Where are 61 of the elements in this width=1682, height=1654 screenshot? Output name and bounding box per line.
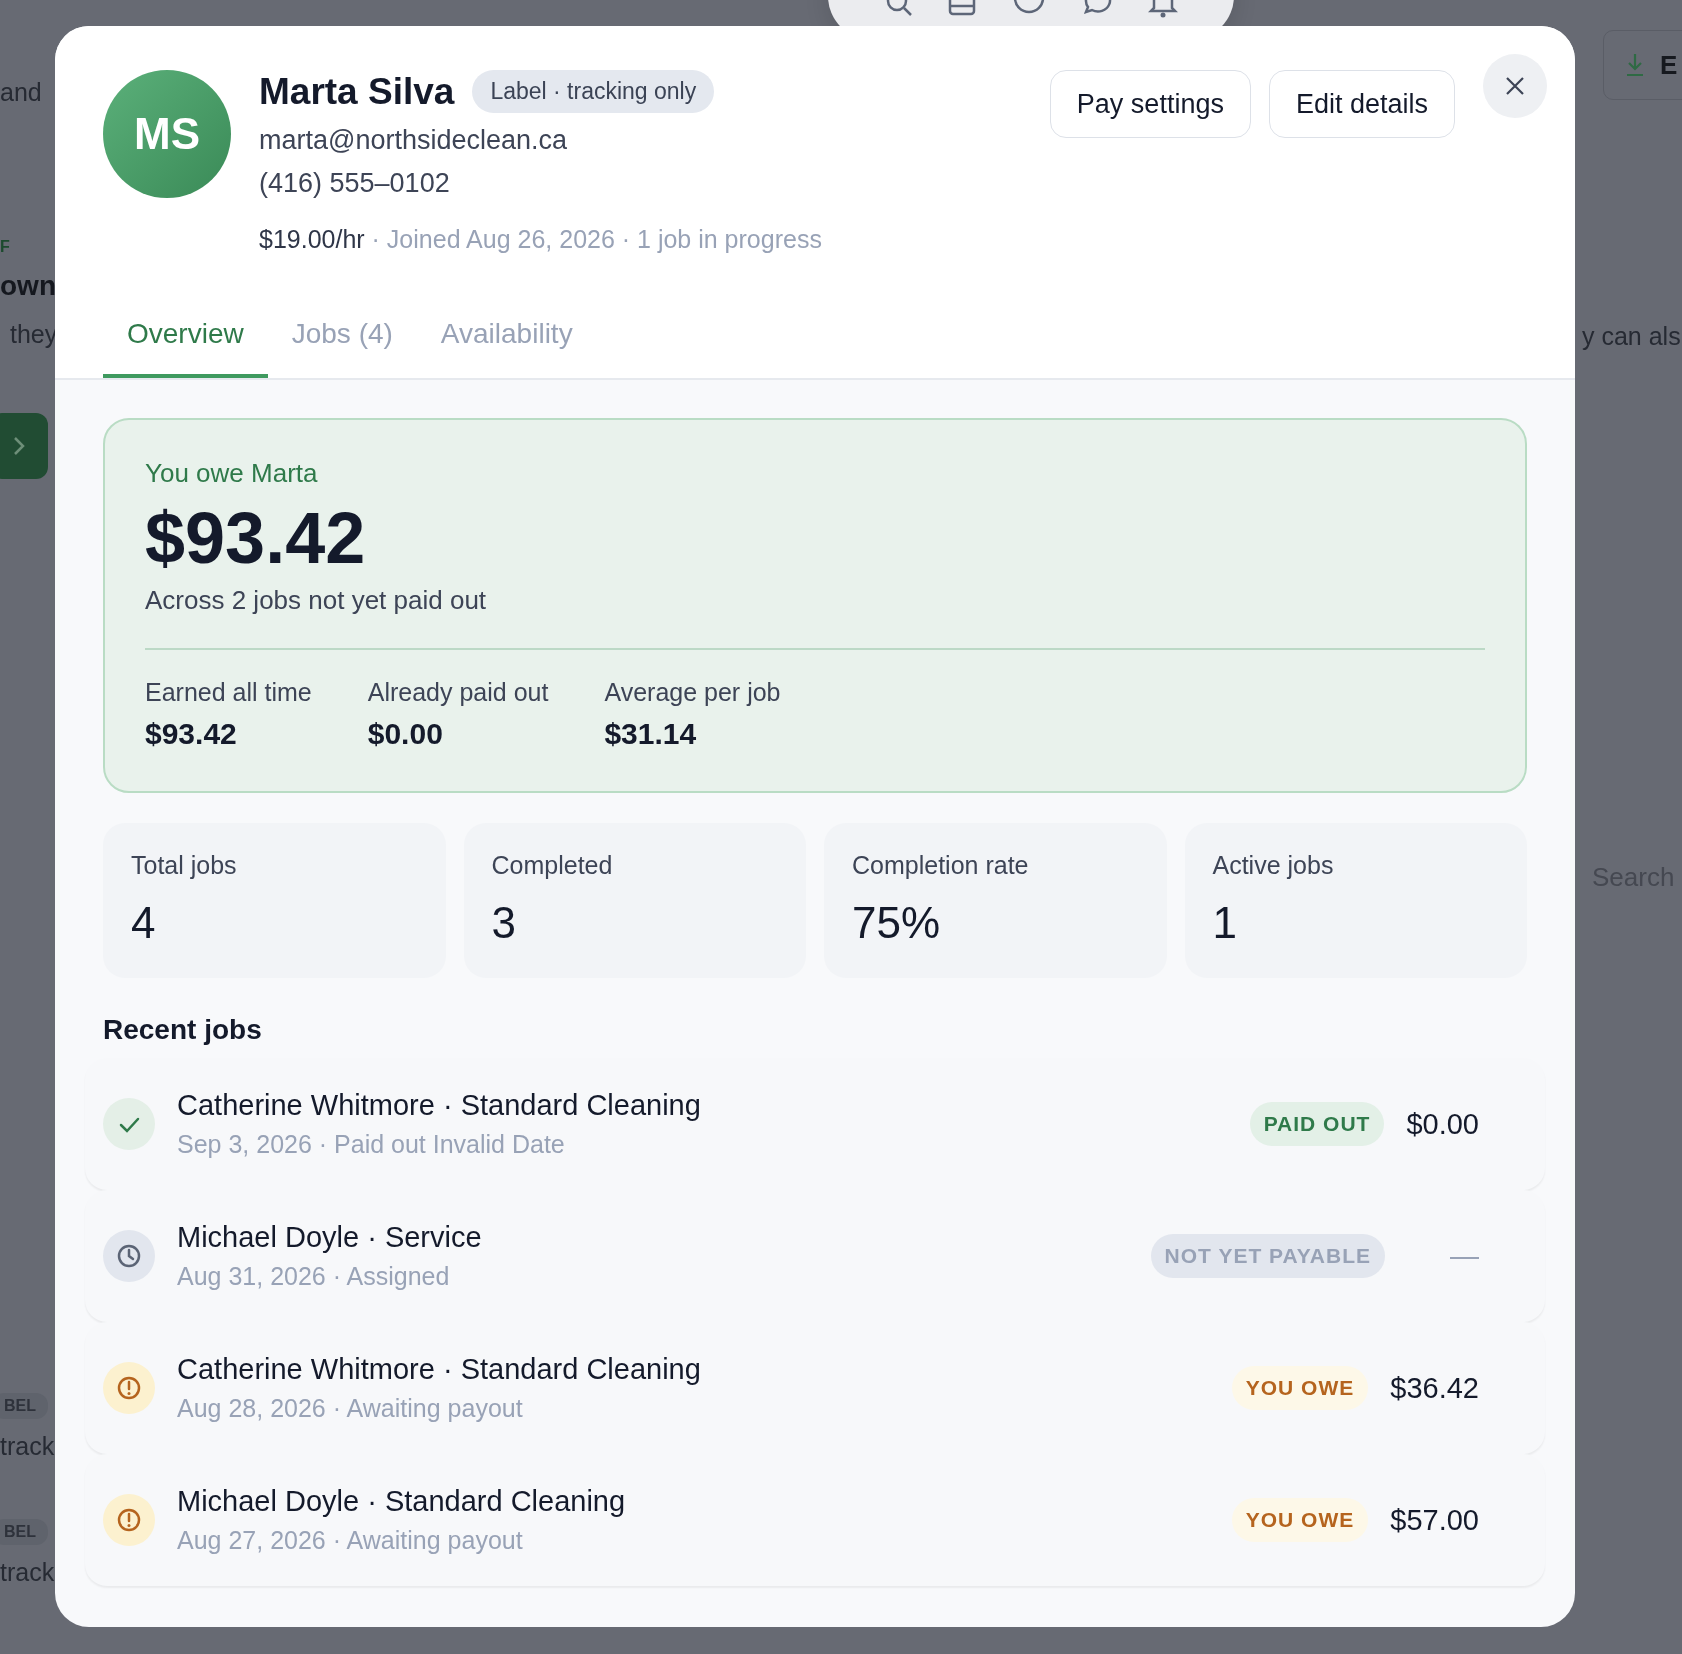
phone-text: (416) 555‒0102: [259, 168, 451, 199]
background-eyebrow: F: [0, 238, 10, 256]
metric-value: 1: [1212, 898, 1238, 948]
profile-name: Marta Silva: [259, 70, 455, 113]
metric-label: Completion rate: [852, 851, 1030, 880]
metric-value: 4: [131, 898, 157, 948]
background-text: track: [0, 1432, 55, 1461]
job-row[interactable]: Michael Doyle · Service Aug 31, 2026 · Assigned NOT YET PAYABLE —: [85, 1190, 1545, 1322]
role-tag: Label · tracking only: [472, 70, 715, 113]
job-amount: $36.42: [1390, 1371, 1479, 1405]
job-title: Catherine Whitmore · Standard Cleaning: [177, 1089, 702, 1122]
hourly-rate: $19.00/hr: [259, 225, 365, 253]
stat-label: Average per job: [604, 678, 781, 707]
background-heading: own: [0, 270, 56, 302]
email-text: marta@northsideclean.ca: [259, 125, 569, 156]
metric-value: 75%: [852, 898, 942, 948]
job-title: Catherine Whitmore · Standard Cleaning: [177, 1353, 702, 1386]
section-title: Recent jobs: [103, 1014, 263, 1046]
stat-value: $31.14: [604, 717, 698, 751]
metric-label: Total jobs: [131, 851, 238, 880]
background-text: and: [0, 78, 42, 107]
job-amount: $0.00: [1406, 1107, 1479, 1141]
status-badge: NOT YET PAYABLE: [1150, 1234, 1385, 1278]
background-text: y can als: [1582, 322, 1681, 351]
status-badge: YOU OWE: [1231, 1498, 1369, 1542]
job-title: Michael Doyle · Service: [177, 1221, 483, 1254]
balance-amount: $93.42: [145, 497, 367, 579]
check-icon: [103, 1098, 155, 1150]
job-subtitle: Aug 27, 2026 · Awaiting payout: [177, 1526, 524, 1555]
profile-details: · Joined Aug 26, 2026 · 1 job in progress: [371, 225, 822, 253]
stat-value: $0.00: [367, 717, 444, 751]
tab[interactable]: Overview: [103, 306, 268, 378]
job-subtitle: Aug 28, 2026 · Awaiting payout: [177, 1394, 524, 1423]
stat-label: Already paid out: [367, 678, 549, 707]
job-title: Michael Doyle · Standard Cleaning: [177, 1485, 627, 1518]
job-amount: $57.00: [1390, 1503, 1479, 1537]
close-icon: [1504, 75, 1526, 97]
alert-icon: [103, 1362, 155, 1414]
job-subtitle: Aug 31, 2026 · Assigned: [177, 1262, 451, 1291]
action-button[interactable]: Edit details: [1268, 70, 1455, 138]
background-text: they: [10, 320, 58, 349]
chevron-right-icon: [12, 435, 26, 457]
stat-value: $93.42: [145, 717, 238, 751]
job-amount: —: [1449, 1239, 1479, 1273]
background-text: track: [0, 1558, 55, 1587]
job-row[interactable]: Catherine Whitmore · Standard Cleaning Aug 28, 2026 · Awaiting payout YOU OWE $36.42: [85, 1322, 1545, 1454]
status-badge: PAID OUT: [1249, 1102, 1385, 1146]
job-row[interactable]: Catherine Whitmore · Standard Cleaning Sep 3, 2026 · Paid out Invalid Date PAID OUT $0.00: [85, 1058, 1545, 1190]
action-button[interactable]: Pay settings: [1049, 70, 1251, 138]
stat-label: Earned all time: [145, 678, 312, 707]
job-row[interactable]: Michael Doyle · Standard Cleaning Aug 27, 2026 · Awaiting payout YOU OWE $57.00: [85, 1454, 1545, 1586]
job-subtitle: Sep 3, 2026 · Paid out Invalid Date: [177, 1130, 566, 1159]
download-icon: [1624, 52, 1646, 78]
balance-note: Across 2 jobs not yet paid out: [145, 585, 488, 616]
status-badge: YOU OWE: [1231, 1366, 1369, 1410]
avatar: MS: [103, 70, 231, 198]
metric-label: Active jobs: [1212, 851, 1335, 880]
metric-label: Completed: [491, 851, 614, 880]
alert-icon: [103, 1494, 155, 1546]
metric-value: 3: [491, 898, 517, 948]
balance-title: You owe Marta: [145, 458, 319, 489]
